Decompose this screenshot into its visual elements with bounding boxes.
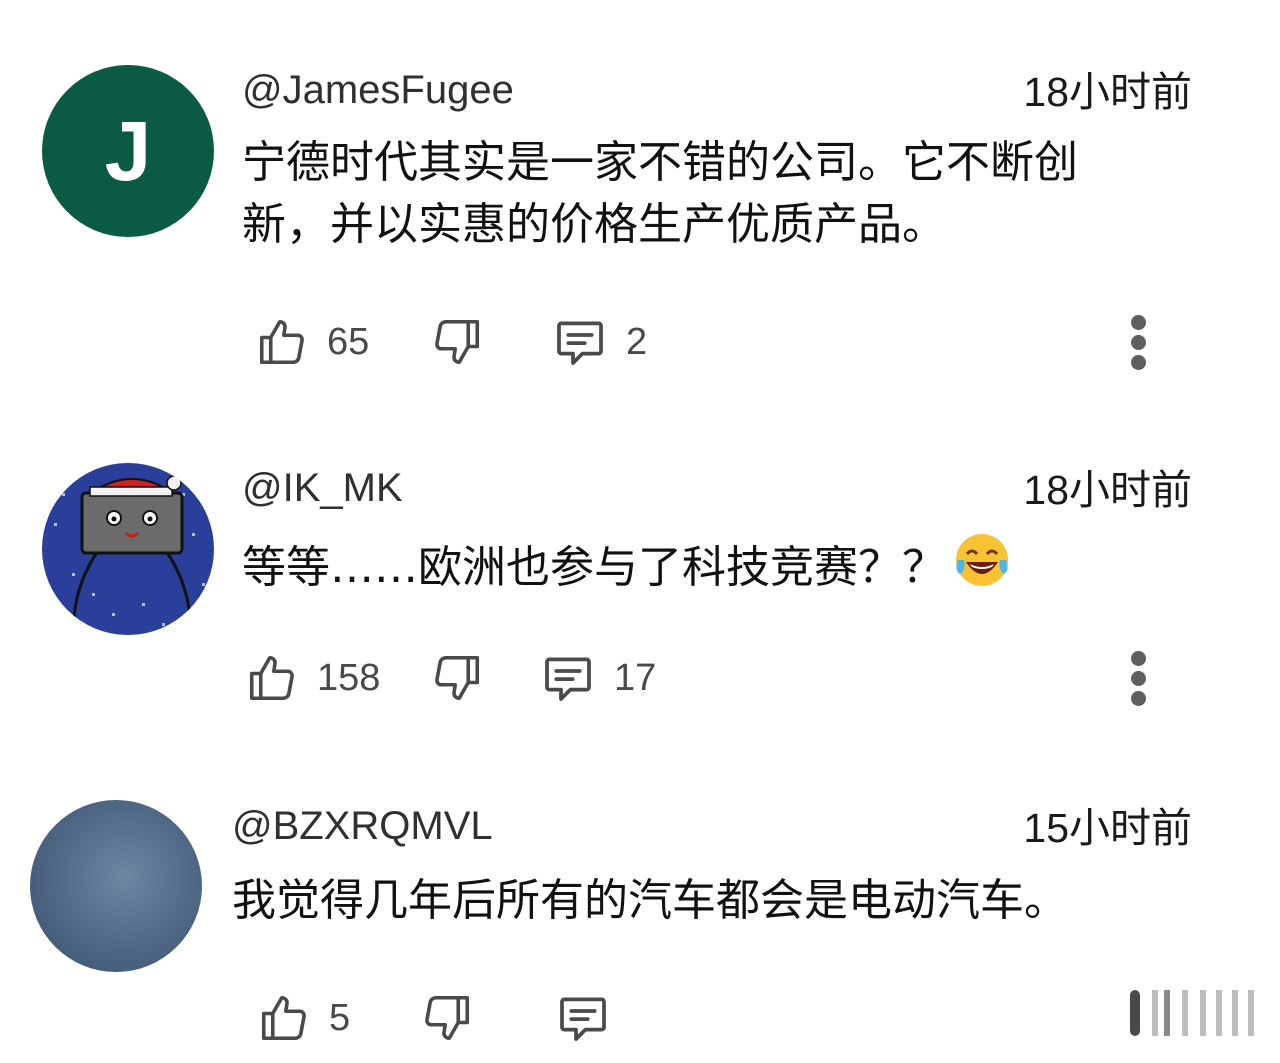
thumbs-up-icon — [245, 651, 299, 705]
avatar[interactable]: J — [42, 65, 214, 237]
comment-actions: 65 2 — [0, 310, 1280, 374]
comment-timestamp: 18小时前 — [1023, 467, 1192, 513]
more-vertical-icon — [1131, 691, 1146, 706]
comment-text-line: 等等……欧洲也参与了科技竞赛？？ — [242, 542, 946, 593]
comment-text-line: 我觉得几年后所有的汽车都会是电动汽车。 — [232, 875, 1068, 926]
dislike-button[interactable] — [430, 646, 484, 710]
thumbs-down-icon — [420, 991, 474, 1045]
comment-text: 我觉得几年后所有的汽车都会是电动汽车。 — [232, 870, 1232, 932]
comment-text-line: 新，并以实惠的价格生产优质产品。 — [242, 199, 946, 250]
comment-bubble-icon — [555, 990, 611, 1046]
more-vertical-icon — [1131, 651, 1146, 666]
reply-count: 17 — [614, 656, 657, 699]
comment-text: 宁德时代其实是一家不错的公司。它不断创 新，并以实惠的价格生产优质产品。 — [242, 132, 1202, 256]
reply-button[interactable]: 17 — [540, 646, 656, 710]
more-options-button[interactable] — [1128, 646, 1148, 710]
comment-text: 等等……欧洲也参与了科技竞赛？？ — [242, 530, 1202, 607]
scroll-artifact — [1130, 990, 1260, 1036]
like-count: 65 — [327, 320, 370, 363]
avatar-image — [42, 463, 214, 635]
reply-button[interactable] — [555, 986, 629, 1050]
avatar[interactable] — [30, 800, 202, 972]
reply-count: 2 — [626, 320, 648, 363]
thumbs-up-icon — [255, 315, 309, 369]
avatar[interactable] — [42, 463, 214, 635]
reply-button[interactable]: 2 — [552, 310, 647, 374]
more-vertical-icon — [1131, 355, 1146, 370]
thumbs-down-icon — [430, 315, 484, 369]
more-vertical-icon — [1131, 671, 1146, 686]
thumbs-up-icon — [257, 991, 311, 1045]
comment-text-line: 宁德时代其实是一家不错的公司。它不断创 — [242, 137, 1078, 188]
more-options-button[interactable] — [1128, 310, 1148, 374]
comment-timestamp: 15小时前 — [1023, 805, 1192, 851]
more-vertical-icon — [1131, 335, 1146, 350]
avatar-initial: J — [104, 103, 152, 198]
comment-author[interactable]: @JamesFugee — [242, 66, 514, 114]
like-button[interactable]: 65 — [255, 310, 369, 374]
more-vertical-icon — [1131, 315, 1146, 330]
like-button[interactable]: 158 — [245, 646, 380, 710]
like-count: 5 — [329, 996, 351, 1039]
face-with-tears-of-joy-icon — [952, 530, 1012, 607]
dislike-button[interactable] — [420, 986, 474, 1050]
like-button[interactable]: 5 — [257, 986, 350, 1050]
like-count: 158 — [317, 656, 381, 699]
comment-author[interactable]: @IK_MK — [242, 464, 403, 512]
comment-bubble-icon — [552, 314, 608, 370]
comment-actions: 5 — [0, 986, 1280, 1050]
comment-author[interactable]: @BZXRQMVL — [232, 802, 493, 850]
comment-bubble-icon — [540, 650, 596, 706]
thumbs-down-icon — [430, 651, 484, 705]
dislike-button[interactable] — [430, 310, 484, 374]
comment-actions: 158 17 — [0, 646, 1280, 710]
comment-timestamp: 18小时前 — [1023, 69, 1192, 115]
